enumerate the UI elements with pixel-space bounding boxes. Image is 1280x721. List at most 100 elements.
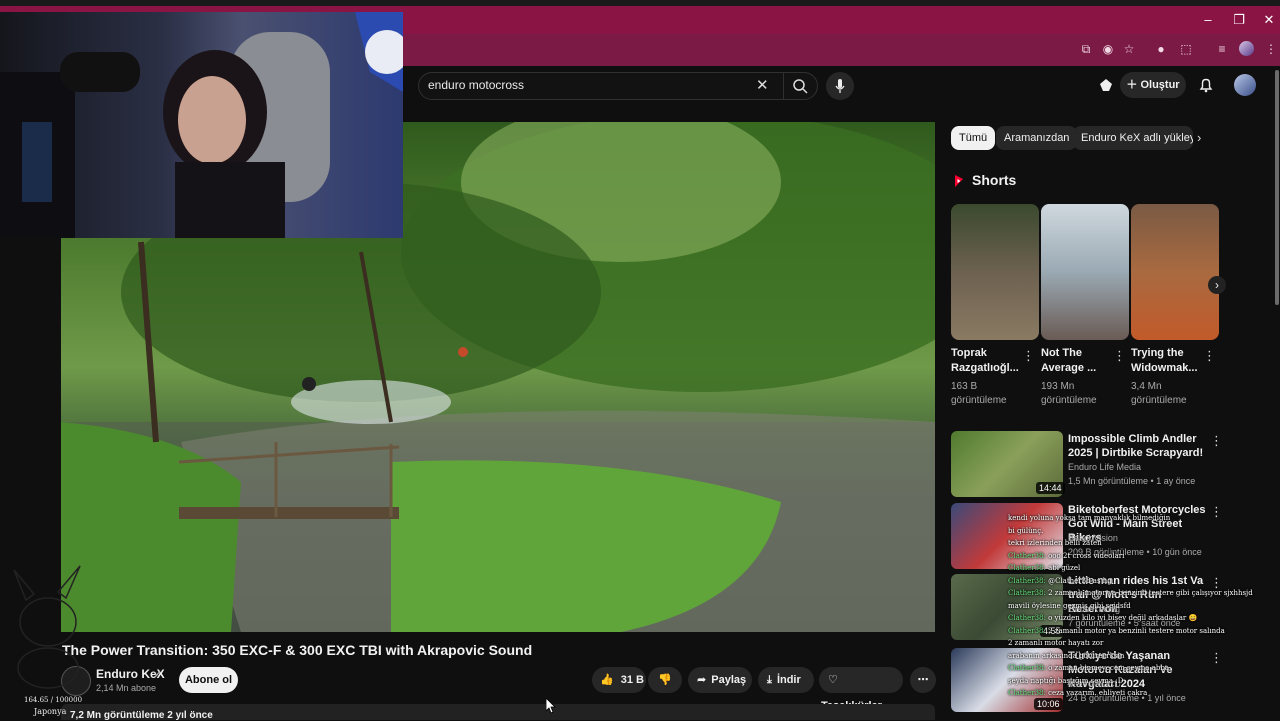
create-sparkle-icon[interactable] <box>1097 76 1115 99</box>
plus-icon: ＋ <box>1126 79 1141 91</box>
chat-message: mavili öylesine gezmiş gibi sejdsfd <box>1008 602 1131 610</box>
chat-text: kendi yoluna yoksa tam manyaklık bilmedi… <box>1008 514 1171 522</box>
webcam-overlay <box>0 12 403 238</box>
chat-message: 2 zamanlı motor hayatı zor <box>1008 639 1103 647</box>
chat-username: Clather38: <box>1008 589 1049 597</box>
chat-text: o zaman binmeyecem şeyma abba <box>1048 664 1169 672</box>
like-button[interactable]: 👍 31 B <box>592 667 646 693</box>
share-button[interactable]: ➦ Paylaş <box>688 667 752 693</box>
voice-search-button[interactable] <box>826 72 854 100</box>
microphone-icon <box>835 79 845 93</box>
share-arrow-icon: ➦ <box>697 674 707 686</box>
clear-search-icon[interactable]: ✕ <box>756 76 769 94</box>
chat-username: Clather38: <box>1008 551 1049 560</box>
recommendation-menu-icon[interactable]: ⋮ <box>1210 433 1223 449</box>
minimize-button[interactable]: – <box>1198 10 1218 30</box>
bookmark-star-icon[interactable]: ☆ <box>1120 40 1138 58</box>
create-button[interactable]: ＋ Oluştur <box>1120 72 1186 98</box>
recommendation-meta: 1,5 Mn görüntüleme • 1 ay önce <box>1068 476 1196 486</box>
short-thumbnail[interactable] <box>1041 204 1129 340</box>
chat-username: Clather38: <box>1008 689 1049 697</box>
short-title[interactable]: Trying the Widowmak... <box>1131 346 1203 376</box>
more-actions-button[interactable]: ⋯ <box>910 667 936 693</box>
filter-chip-uploader[interactable]: Enduro KeX adlı yükleyic <box>1073 126 1193 150</box>
recommendation-title[interactable]: Impossible Climb Andler 2025 | Dirtbike … <box>1068 432 1208 460</box>
browser-menu-icon[interactable]: ⋮ <box>1262 40 1280 58</box>
short-menu-icon[interactable]: ⋮ <box>1022 348 1035 364</box>
chat-message: Clather38: 2 zamanlı motor ya benzinli t… <box>1008 589 1253 597</box>
video-title: The Power Transition: 350 EXC-F & 300 EX… <box>62 642 533 658</box>
mascot-overlay <box>4 560 96 692</box>
thumbs-down-icon: 👎 <box>658 674 672 686</box>
chat-username: Clather38: <box>1008 626 1049 635</box>
video-duration: 10:06 <box>1034 698 1063 710</box>
chat-message: Clather38: abi güzel <box>1008 564 1080 572</box>
streamer-camera-image <box>0 12 403 238</box>
filter-chip-all[interactable]: Tümü <box>951 126 996 150</box>
restore-button[interactable]: ❐ <box>1229 10 1249 30</box>
search-button[interactable] <box>783 72 817 100</box>
chat-message: tekri izlerinden belli zaten <box>1008 539 1102 547</box>
chat-text: arabanın arkasında götürecrksin <box>1008 651 1125 660</box>
shorts-logo-icon <box>952 173 966 194</box>
recommendation-channel[interactable]: Enduro Life Media <box>1068 461 1218 474</box>
chat-text: 2 zamanlı motor ya benzinli testere moto… <box>1048 626 1225 635</box>
stream-location: Japonya <box>34 707 67 716</box>
short-title[interactable]: Toprak Razgatlıoğl... <box>951 346 1023 376</box>
notifications-bell-icon[interactable] <box>1197 76 1215 99</box>
subscribe-button[interactable]: Abone ol <box>179 667 238 693</box>
subscriber-count: 2,14 Mn abone <box>96 683 157 693</box>
dislike-button[interactable]: 👎 <box>648 667 682 693</box>
thumbs-up-icon: 👍 <box>600 674 614 686</box>
chat-message: Clather38: o yüzden kilo iyi bişey değil… <box>1008 614 1197 622</box>
short-views: 163 B görüntüleme <box>951 381 1007 406</box>
download-button[interactable]: ⤓ İndir <box>758 667 814 693</box>
stream-counter: 164.65 / 100000 <box>24 696 83 704</box>
chips-next-icon[interactable]: › <box>1197 130 1201 145</box>
search-input[interactable]: enduro motocross <box>428 78 524 92</box>
media-list-icon[interactable]: ≡ <box>1213 40 1231 58</box>
page-scrollbar[interactable] <box>1275 70 1279 305</box>
cast-icon[interactable]: ⧉ <box>1077 40 1095 58</box>
chat-text: 2 zamanlı motor ya benzinli testere gibi… <box>1048 589 1253 597</box>
filter-chip-from-search[interactable]: Aramanızdan <box>996 126 1078 150</box>
chat-text: 2 zamanlı motor hayatı zor <box>1008 639 1104 647</box>
chat-text: mavili öylesine gezmiş gibi sejdsfd <box>1008 601 1131 610</box>
profile-avatar-icon[interactable] <box>1239 41 1254 56</box>
chat-message: Clather38: 2 zamanlı motor ya benzinli t… <box>1008 627 1225 635</box>
chat-message: Clather38: ooo 2t cross videoları <box>1008 552 1124 560</box>
extensions-puzzle-icon[interactable]: ⬚ <box>1177 40 1195 58</box>
like-count: 31 B <box>620 674 645 686</box>
chat-text: ooo 2t cross videoları <box>1048 551 1125 560</box>
short-menu-icon[interactable]: ⋮ <box>1113 348 1126 364</box>
account-avatar[interactable] <box>1234 74 1256 96</box>
chat-message: bi gülünç. <box>1008 527 1043 535</box>
chat-message: Clather38: @Clather38 as hg <box>1008 577 1112 585</box>
recommendation-menu-icon[interactable]: ⋮ <box>1210 650 1223 666</box>
chat-text: ceza yazarım. ehliyeti çakra <box>1048 689 1148 697</box>
thanks-button[interactable]: ♡ Teşekkürler <box>819 667 903 712</box>
eye-off-icon[interactable]: ◉ <box>1099 40 1117 58</box>
chat-text: @Clather38 as hg <box>1048 576 1112 585</box>
create-label: Oluştur <box>1140 79 1180 91</box>
chat-text: tekri izlerinden belli zaten <box>1008 539 1102 547</box>
short-thumbnail[interactable] <box>951 204 1039 340</box>
short-views: 193 Mn görüntüleme <box>1041 381 1097 406</box>
chat-message: arabanın arkasında götürecrksin <box>1008 652 1124 660</box>
search-icon <box>793 79 808 94</box>
chat-message: Clather38: o zaman binmeyecem şeyma abba <box>1008 664 1169 672</box>
chat-message: kendi yoluna yoksa tam manyaklık bilmedi… <box>1008 514 1170 522</box>
mouse-cursor-icon <box>545 697 556 719</box>
chat-message: Clather38: ceza yazarım. ehliyeti çakra <box>1008 689 1147 697</box>
recommendation-menu-icon[interactable]: ⋮ <box>1210 504 1223 520</box>
close-window-button[interactable]: ✕ <box>1259 10 1279 30</box>
chat-username: Clather38: <box>1008 664 1049 672</box>
video-duration: 14:44 <box>1036 482 1065 494</box>
short-title[interactable]: Not The Average ... <box>1041 346 1113 376</box>
shorts-next-button[interactable]: › <box>1208 276 1226 294</box>
short-thumbnail[interactable] <box>1131 204 1219 340</box>
share-label: Paylaş <box>711 674 747 686</box>
extension-dot-icon[interactable]: ● <box>1152 40 1170 58</box>
short-menu-icon[interactable]: ⋮ <box>1203 348 1216 364</box>
chat-text: abi güzel <box>1048 564 1081 572</box>
